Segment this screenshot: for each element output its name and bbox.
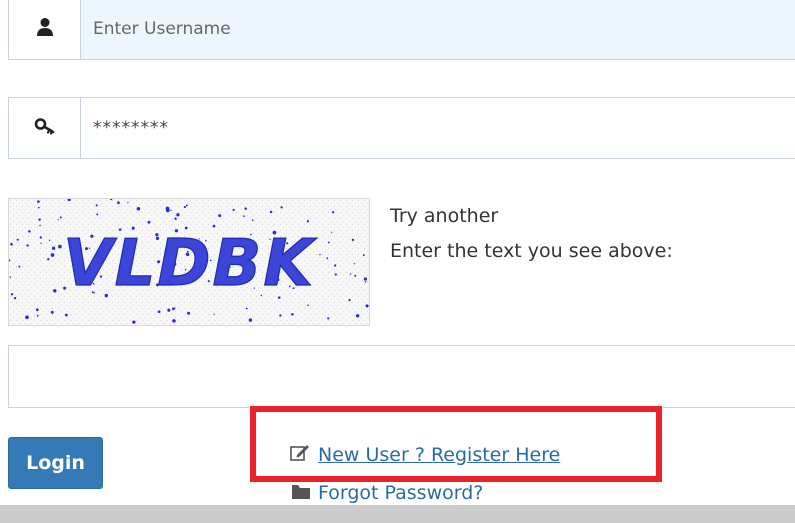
captcha-noise-dot	[269, 210, 273, 214]
captcha-noise-dot	[213, 313, 215, 315]
captcha-noise-dot	[96, 213, 99, 216]
captcha-noise-dot	[64, 313, 68, 317]
username-input[interactable]	[81, 0, 795, 59]
captcha-noise-dot	[362, 254, 365, 257]
captcha-noise-dot	[165, 206, 170, 211]
captcha-noise-dot	[187, 311, 191, 315]
captcha-noise-dot	[28, 230, 31, 233]
captcha-noise-dot	[10, 293, 14, 296]
captcha-noise-dot	[232, 208, 235, 212]
captcha-noise-dot	[355, 314, 360, 318]
captcha-noise-dot	[18, 265, 21, 268]
captcha-noise-dot	[9, 276, 12, 278]
register-link[interactable]: New User ? Register Here	[290, 444, 560, 466]
captcha-noise-dot	[351, 238, 355, 242]
captcha-noise-dot	[170, 209, 172, 212]
captcha-noise-dot	[36, 314, 39, 317]
try-another-link[interactable]: Try another	[390, 205, 498, 227]
captcha-noise-dot	[354, 274, 357, 277]
forgot-password-label: Forgot Password?	[318, 482, 484, 504]
captcha-noise-dot	[279, 314, 282, 317]
captcha-noise-dot	[174, 307, 176, 309]
password-addon	[9, 98, 81, 158]
captcha-noise-dot	[243, 215, 245, 217]
captcha-noise-dot	[280, 206, 283, 209]
captcha-noise-dot	[59, 216, 62, 219]
captcha-noise-dot	[174, 217, 177, 220]
register-link-label: New User ? Register Here	[318, 444, 561, 466]
captcha-noise-dot	[51, 246, 56, 250]
captcha-noise-dot	[353, 263, 356, 265]
captcha-noise-dot	[244, 207, 247, 210]
captcha-noise-dot	[40, 242, 42, 245]
captcha-noise-dot	[349, 273, 352, 275]
captcha-noise-dot	[16, 238, 19, 241]
captcha-noise-dot	[50, 310, 54, 314]
captcha-noise-dot	[167, 308, 171, 312]
captcha-noise-dot	[50, 253, 55, 257]
captcha-noise-dot	[327, 241, 330, 244]
captcha-noise-dot	[348, 298, 351, 302]
username-input-group	[8, 0, 795, 60]
captcha-image: VLDBK	[8, 198, 370, 326]
captcha-noise-dot	[26, 244, 29, 247]
captcha-noise-dot	[364, 281, 367, 283]
footer-bar	[0, 505, 795, 523]
edit-icon	[290, 444, 310, 466]
login-page: VLDBK Try another Enter the text you see…	[0, 0, 795, 523]
captcha-noise-dot	[147, 220, 151, 224]
captcha-noise-dot	[334, 264, 337, 267]
captcha-noise-dot	[291, 312, 294, 316]
captcha-noise-dot	[319, 253, 321, 256]
captcha-noise-dot	[185, 204, 188, 207]
captcha-noise-dot	[307, 304, 309, 306]
captcha-noise-dot	[172, 319, 176, 323]
captcha-noise-dot	[331, 231, 333, 233]
captcha-noise-dot	[251, 219, 254, 222]
captcha-noise-dot	[326, 257, 329, 260]
captcha-noise-dot	[248, 318, 253, 322]
captcha-noise-dot	[57, 219, 59, 221]
captcha-noise-dot	[176, 213, 180, 217]
username-addon	[9, 0, 81, 59]
captcha-noise-dot	[39, 224, 41, 227]
captcha-noise-dot	[10, 242, 13, 246]
captcha-noise-dot	[127, 201, 129, 204]
captcha-noise-dot	[136, 206, 141, 211]
password-input[interactable]	[81, 98, 795, 158]
captcha-noise-dot	[183, 206, 186, 209]
captcha-noise-dot	[37, 206, 40, 209]
captcha-noise-dot	[95, 204, 98, 207]
captcha-noise-dot	[334, 273, 337, 276]
captcha-noise-dot	[37, 200, 40, 203]
captcha-noise-dot	[245, 307, 248, 310]
user-icon	[36, 17, 54, 41]
captcha-noise-dot	[363, 277, 368, 281]
captcha-noise-dot	[331, 211, 335, 214]
forgot-password-link[interactable]: Forgot Password?	[292, 482, 483, 504]
captcha-noise-dot	[218, 214, 222, 218]
captcha-instruction: Enter the text you see above:	[390, 240, 673, 262]
captcha-noise-dot	[53, 289, 57, 293]
captcha-text: VLDBK	[63, 227, 317, 301]
captcha-noise-dot	[365, 304, 369, 308]
captcha-noise-dot	[327, 317, 330, 320]
key-icon	[34, 117, 56, 139]
captcha-noise-dot	[48, 239, 51, 242]
captcha-noise-dot	[47, 258, 50, 261]
captcha-noise-dot	[157, 310, 161, 314]
captcha-noise-dot	[35, 308, 39, 312]
login-button[interactable]: Login	[8, 437, 103, 489]
captcha-noise-dot	[58, 244, 62, 249]
captcha-noise-dot	[117, 201, 120, 205]
captcha-noise-dot	[39, 236, 42, 239]
captcha-noise-dot	[38, 218, 41, 221]
captcha-noise-dot	[306, 220, 309, 223]
captcha-noise-dot	[13, 296, 17, 300]
captcha-input[interactable]	[8, 345, 795, 408]
captcha-noise-dot	[132, 320, 136, 324]
folder-icon	[292, 482, 310, 504]
captcha-noise-dot	[25, 315, 29, 320]
password-input-group	[8, 97, 795, 159]
